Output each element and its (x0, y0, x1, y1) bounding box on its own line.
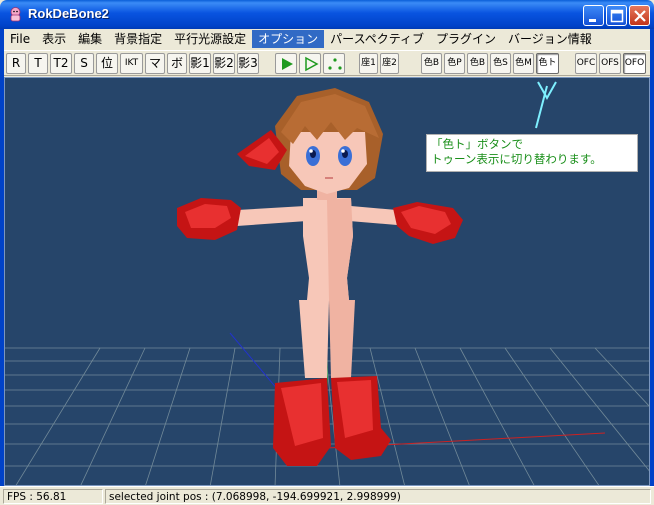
3d-viewport[interactable]: 「色ト」ボタンで トゥーン表示に切り替わります。 (4, 77, 650, 486)
coord2-button[interactable]: 座2 (380, 53, 399, 74)
menu-file[interactable]: File (4, 30, 36, 48)
tool-scale-button[interactable]: S (74, 53, 94, 74)
fps-readout: FPS : 56.81 (3, 489, 103, 504)
close-button[interactable] (629, 5, 650, 26)
maximize-icon (610, 9, 624, 23)
selected-joint-readout: selected joint pos : (7.068998, -194.699… (105, 489, 651, 504)
menu-plugin[interactable]: プラグイン (430, 30, 502, 48)
menu-light[interactable]: 平行光源設定 (168, 30, 252, 48)
color-p-button[interactable]: 色P (444, 53, 465, 74)
tool-shadow3-button[interactable]: 影3 (237, 53, 259, 74)
window-title: RokDeBone2 (28, 6, 109, 21)
dots-button[interactable] (323, 53, 345, 74)
menu-version[interactable]: バージョン情報 (502, 30, 598, 48)
title-bar: RokDeBone2 (0, 0, 654, 29)
coord1-button[interactable]: 座1 (359, 53, 378, 74)
tool-shadow2-button[interactable]: 影2 (213, 53, 235, 74)
play-outline-button[interactable] (299, 53, 321, 74)
toolbar: R T T2 S 位 IKT マ ボ 影1 影2 影3 座1 座2 色B 色P … (4, 50, 650, 76)
minimize-button[interactable] (583, 5, 604, 26)
play-outline-icon (305, 56, 319, 72)
menu-background[interactable]: 背景指定 (108, 30, 168, 48)
ofc-button[interactable]: OFC (575, 53, 597, 74)
close-icon (634, 10, 646, 22)
window-frame-right (650, 29, 654, 486)
play-button[interactable] (275, 53, 297, 74)
character-model (177, 88, 463, 466)
color-b2-button[interactable]: 色B (467, 53, 488, 74)
menu-options[interactable]: オプション (252, 30, 325, 48)
tool-ikt-button[interactable]: IKT (120, 53, 143, 74)
tool-position-button[interactable]: 位 (96, 53, 118, 74)
play-solid-icon (282, 58, 293, 70)
annotation-arrow-icon (535, 81, 557, 129)
dots-icon (328, 58, 342, 70)
callout-line2: トゥーン表示に切り替わります。 (431, 152, 602, 166)
tool-rotate-button[interactable]: R (6, 53, 26, 74)
color-m-button[interactable]: 色M (513, 53, 534, 74)
menu-view[interactable]: 表示 (36, 30, 72, 48)
color-b-button[interactable]: 色B (421, 53, 442, 74)
ofs-button[interactable]: OFS (599, 53, 621, 74)
tooltip-callout: 「色ト」ボタンで トゥーン表示に切り替わります。 (426, 134, 638, 172)
tool-translate2-button[interactable]: T2 (50, 53, 72, 74)
color-toon-button[interactable]: 色ト (536, 53, 559, 74)
tool-bo-button[interactable]: ボ (167, 53, 187, 74)
app-icon (10, 7, 21, 22)
menu-edit[interactable]: 編集 (72, 30, 108, 48)
maximize-button[interactable] (606, 5, 627, 26)
tool-translate-button[interactable]: T (28, 53, 48, 74)
minimize-icon (589, 19, 596, 22)
color-s-button[interactable]: 色S (490, 53, 511, 74)
callout-line1: 「色ト」ボタンで (431, 137, 523, 151)
menu-perspective[interactable]: パースペクティブ (324, 30, 430, 48)
tool-shadow1-button[interactable]: 影1 (189, 53, 211, 74)
menu-bar: File 表示 編集 背景指定 平行光源設定 オプション パースペクティブ プラ… (4, 29, 650, 49)
tool-ma-button[interactable]: マ (145, 53, 165, 74)
status-bar: FPS : 56.81 selected joint pos : (7.0689… (0, 486, 654, 505)
ofo-button[interactable]: OFO (623, 53, 646, 74)
